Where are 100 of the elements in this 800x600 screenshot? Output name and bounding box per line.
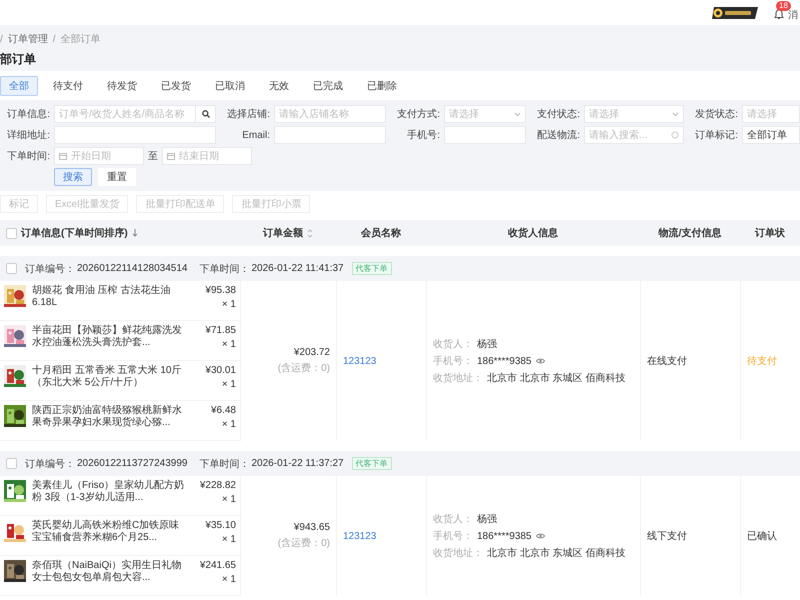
product-price: ¥35.10 xyxy=(205,520,236,531)
field-label: 选择店铺: xyxy=(226,108,270,121)
member-link[interactable]: 123123 xyxy=(343,356,420,366)
column-header: 会员名称 xyxy=(361,226,401,240)
column-header[interactable]: 订单金额 xyxy=(263,226,303,240)
page-title: 部订单 xyxy=(0,51,37,68)
product-price: ¥95.38 xyxy=(205,285,236,296)
receiver-value: 186****9385 xyxy=(477,530,532,542)
search-button[interactable] xyxy=(196,105,216,123)
product-quantity: × 1 xyxy=(222,534,236,545)
order-total: ¥943.65 xyxy=(294,522,330,533)
product-quantity: × 1 xyxy=(222,494,236,505)
field-label: 订单标记: xyxy=(694,128,738,142)
caret-icon xyxy=(672,112,679,116)
order-status: 已确认 xyxy=(747,530,778,543)
shipping-fee: (含运费：0) xyxy=(278,362,330,375)
receiver-label: 收货人： xyxy=(433,338,473,351)
order-number: 20260122113727243999 xyxy=(77,458,188,469)
field-label: 支付状态: xyxy=(536,108,580,121)
product-name[interactable]: 十月稻田 五常香米 五常大米 10斤（东北大米 5公斤/十斤） xyxy=(32,365,188,389)
receiver-value: 杨强 xyxy=(477,512,497,526)
receiver-value: 186****9385 xyxy=(477,356,532,366)
input-field[interactable]: 全部订单 xyxy=(742,126,800,144)
status-tab[interactable]: 全部 xyxy=(0,76,38,96)
payment-method: 线下支付 xyxy=(647,530,688,543)
status-tab[interactable]: 已取消 xyxy=(206,76,254,96)
field-label: 手机号: xyxy=(406,128,440,142)
checkbox[interactable] xyxy=(6,458,17,469)
product-name[interactable]: 半亩花田【孙颖莎】鲜花纯露洗发水控油蓬松洗头膏洗护套... xyxy=(32,325,188,349)
receiver-label: 手机号： xyxy=(433,354,473,368)
field-label: 发货状态: xyxy=(694,108,738,121)
product-name[interactable]: 英氏婴幼儿高铁米粉维C加铁原味宝宝辅食营养米糊6个月25... xyxy=(32,520,188,544)
receiver-label: 收货人： xyxy=(433,513,473,526)
sort-icon[interactable] xyxy=(132,229,138,237)
field-label: Email: xyxy=(241,130,270,140)
input-field[interactable] xyxy=(274,126,386,144)
column-header: 订单状 xyxy=(755,226,785,240)
field-label: 下单时间: xyxy=(6,150,50,163)
order-number-label: 订单编号： xyxy=(25,458,75,470)
input-field[interactable] xyxy=(54,126,216,144)
order-tag: 代客下单 xyxy=(352,457,392,470)
order-number-label: 订单编号： xyxy=(25,262,75,276)
column-header[interactable]: 订单信息(下单时间排序) xyxy=(21,226,128,240)
receiver-value: 北京市 北京市 东城区 佰商科技 xyxy=(487,546,626,560)
input-field[interactable] xyxy=(444,126,526,144)
eye-icon[interactable] xyxy=(536,358,544,364)
status-tab[interactable]: 已删除 xyxy=(358,76,406,96)
status-tab[interactable]: 待支付 xyxy=(44,76,92,96)
product-quantity: × 1 xyxy=(222,419,236,430)
order-number: 20260122114128034514 xyxy=(77,263,188,274)
order-status: 待支付 xyxy=(747,354,778,368)
receiver-value: 杨强 xyxy=(477,338,497,351)
caret-icon xyxy=(514,112,521,116)
receiver-value: 北京市 北京市 东城区 佰商科技 xyxy=(487,372,626,385)
product-name[interactable]: 陕西正宗奶油富特级猕猴桃新鲜水果奇异果孕妇水果现货绿心猕... xyxy=(32,405,188,429)
column-header: 收货人信息 xyxy=(508,226,558,240)
product-name[interactable]: 美素佳儿（Friso）皇家幼儿配方奶粉 3段（1-3岁幼儿适用... xyxy=(32,480,188,504)
member-link[interactable]: 123123 xyxy=(343,530,420,542)
reset-button[interactable]: 重置 xyxy=(98,168,136,186)
checkbox[interactable] xyxy=(6,228,17,238)
calendar-icon xyxy=(167,152,175,160)
checkbox[interactable] xyxy=(6,263,17,274)
product-price: ¥71.85 xyxy=(205,325,236,336)
field-label: 订单信息: xyxy=(6,108,50,121)
product-price: ¥6.48 xyxy=(210,405,236,416)
eye-icon[interactable] xyxy=(536,533,544,539)
field-label: 支付方式: xyxy=(396,108,440,121)
order-time-label: 下单时间： xyxy=(200,458,250,470)
search-icon xyxy=(202,110,210,118)
product-quantity: × 1 xyxy=(222,299,236,310)
search-icon xyxy=(671,131,679,139)
bell-icon[interactable] xyxy=(774,9,784,20)
messages-link[interactable]: 消 xyxy=(788,8,798,22)
status-tab[interactable]: 待发货 xyxy=(98,76,146,96)
order-time: 2026-01-22 11:37:27 xyxy=(252,458,344,469)
status-tab[interactable]: 已发货 xyxy=(152,76,200,96)
receiver-label: 收货地址： xyxy=(433,372,483,385)
product-price: ¥241.65 xyxy=(200,560,236,571)
product-name[interactable]: 奈佰琪（NaiBaiQi）实用生日礼物女士包包女包单肩包大容... xyxy=(32,560,188,584)
product-name[interactable]: 胡姬花 食用油 压榨 古法花生油6.18L xyxy=(32,285,188,309)
field-label: 详细地址: xyxy=(6,128,50,142)
product-quantity: × 1 xyxy=(222,339,236,350)
logo-icon xyxy=(710,6,760,20)
status-tab[interactable]: 无效 xyxy=(260,76,298,96)
column-header: 物流/支付信息 xyxy=(658,226,722,240)
order-total: ¥203.72 xyxy=(294,347,330,358)
product-quantity: × 1 xyxy=(222,574,236,585)
range-separator: 至 xyxy=(147,150,159,163)
order-tag: 代客下单 xyxy=(352,262,392,275)
receiver-label: 收货地址： xyxy=(433,546,483,560)
breadcrumb-separator: / xyxy=(0,34,3,44)
search-button[interactable]: 搜索 xyxy=(54,168,92,186)
receiver-label: 手机号： xyxy=(433,530,473,543)
field-label: 配送物流: xyxy=(536,128,580,142)
payment-method: 在线支付 xyxy=(647,354,688,368)
calendar-icon xyxy=(59,152,67,160)
status-tab[interactable]: 已完成 xyxy=(304,76,352,96)
sort-icon[interactable] xyxy=(307,228,313,238)
breadcrumb-item: 全部订单 xyxy=(60,32,101,46)
breadcrumb-item[interactable]: 订单管理 xyxy=(8,32,48,46)
